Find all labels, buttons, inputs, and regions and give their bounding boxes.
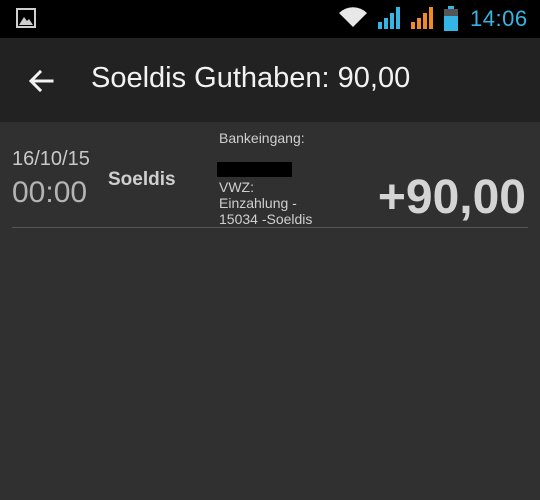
redaction-bar: [217, 162, 292, 177]
transaction-time: 00:00: [12, 176, 88, 209]
transaction-description-line: 15034 -Soeldis: [219, 211, 313, 227]
status-bar: 14:06: [0, 0, 540, 38]
arrow-left-icon: [28, 69, 54, 93]
transaction-description-line: VWZ:: [219, 179, 254, 195]
transaction-name: Soeldis: [108, 169, 176, 190]
wifi-icon: [337, 5, 369, 34]
transaction-description-label: Bankeingang:: [219, 130, 305, 146]
row-divider: [12, 227, 528, 228]
signal-icon: [410, 6, 436, 35]
transaction-amount: +90,00: [377, 171, 526, 224]
back-button[interactable]: [18, 58, 64, 104]
transaction-date: 16/10/15: [12, 148, 90, 170]
signal-icon: [377, 6, 403, 35]
battery-icon: [443, 6, 459, 37]
transaction-description-line: Einzahlung -: [219, 195, 297, 211]
page-title: Soeldis Guthaben: 90,00: [91, 62, 411, 94]
gallery-icon: [16, 8, 36, 33]
transaction-row[interactable]: 16/10/15 00:00 Soeldis Bankeingang: VWZ:…: [12, 122, 528, 227]
action-bar: Soeldis Guthaben: 90,00: [0, 38, 540, 122]
status-clock: 14:06: [470, 6, 528, 31]
